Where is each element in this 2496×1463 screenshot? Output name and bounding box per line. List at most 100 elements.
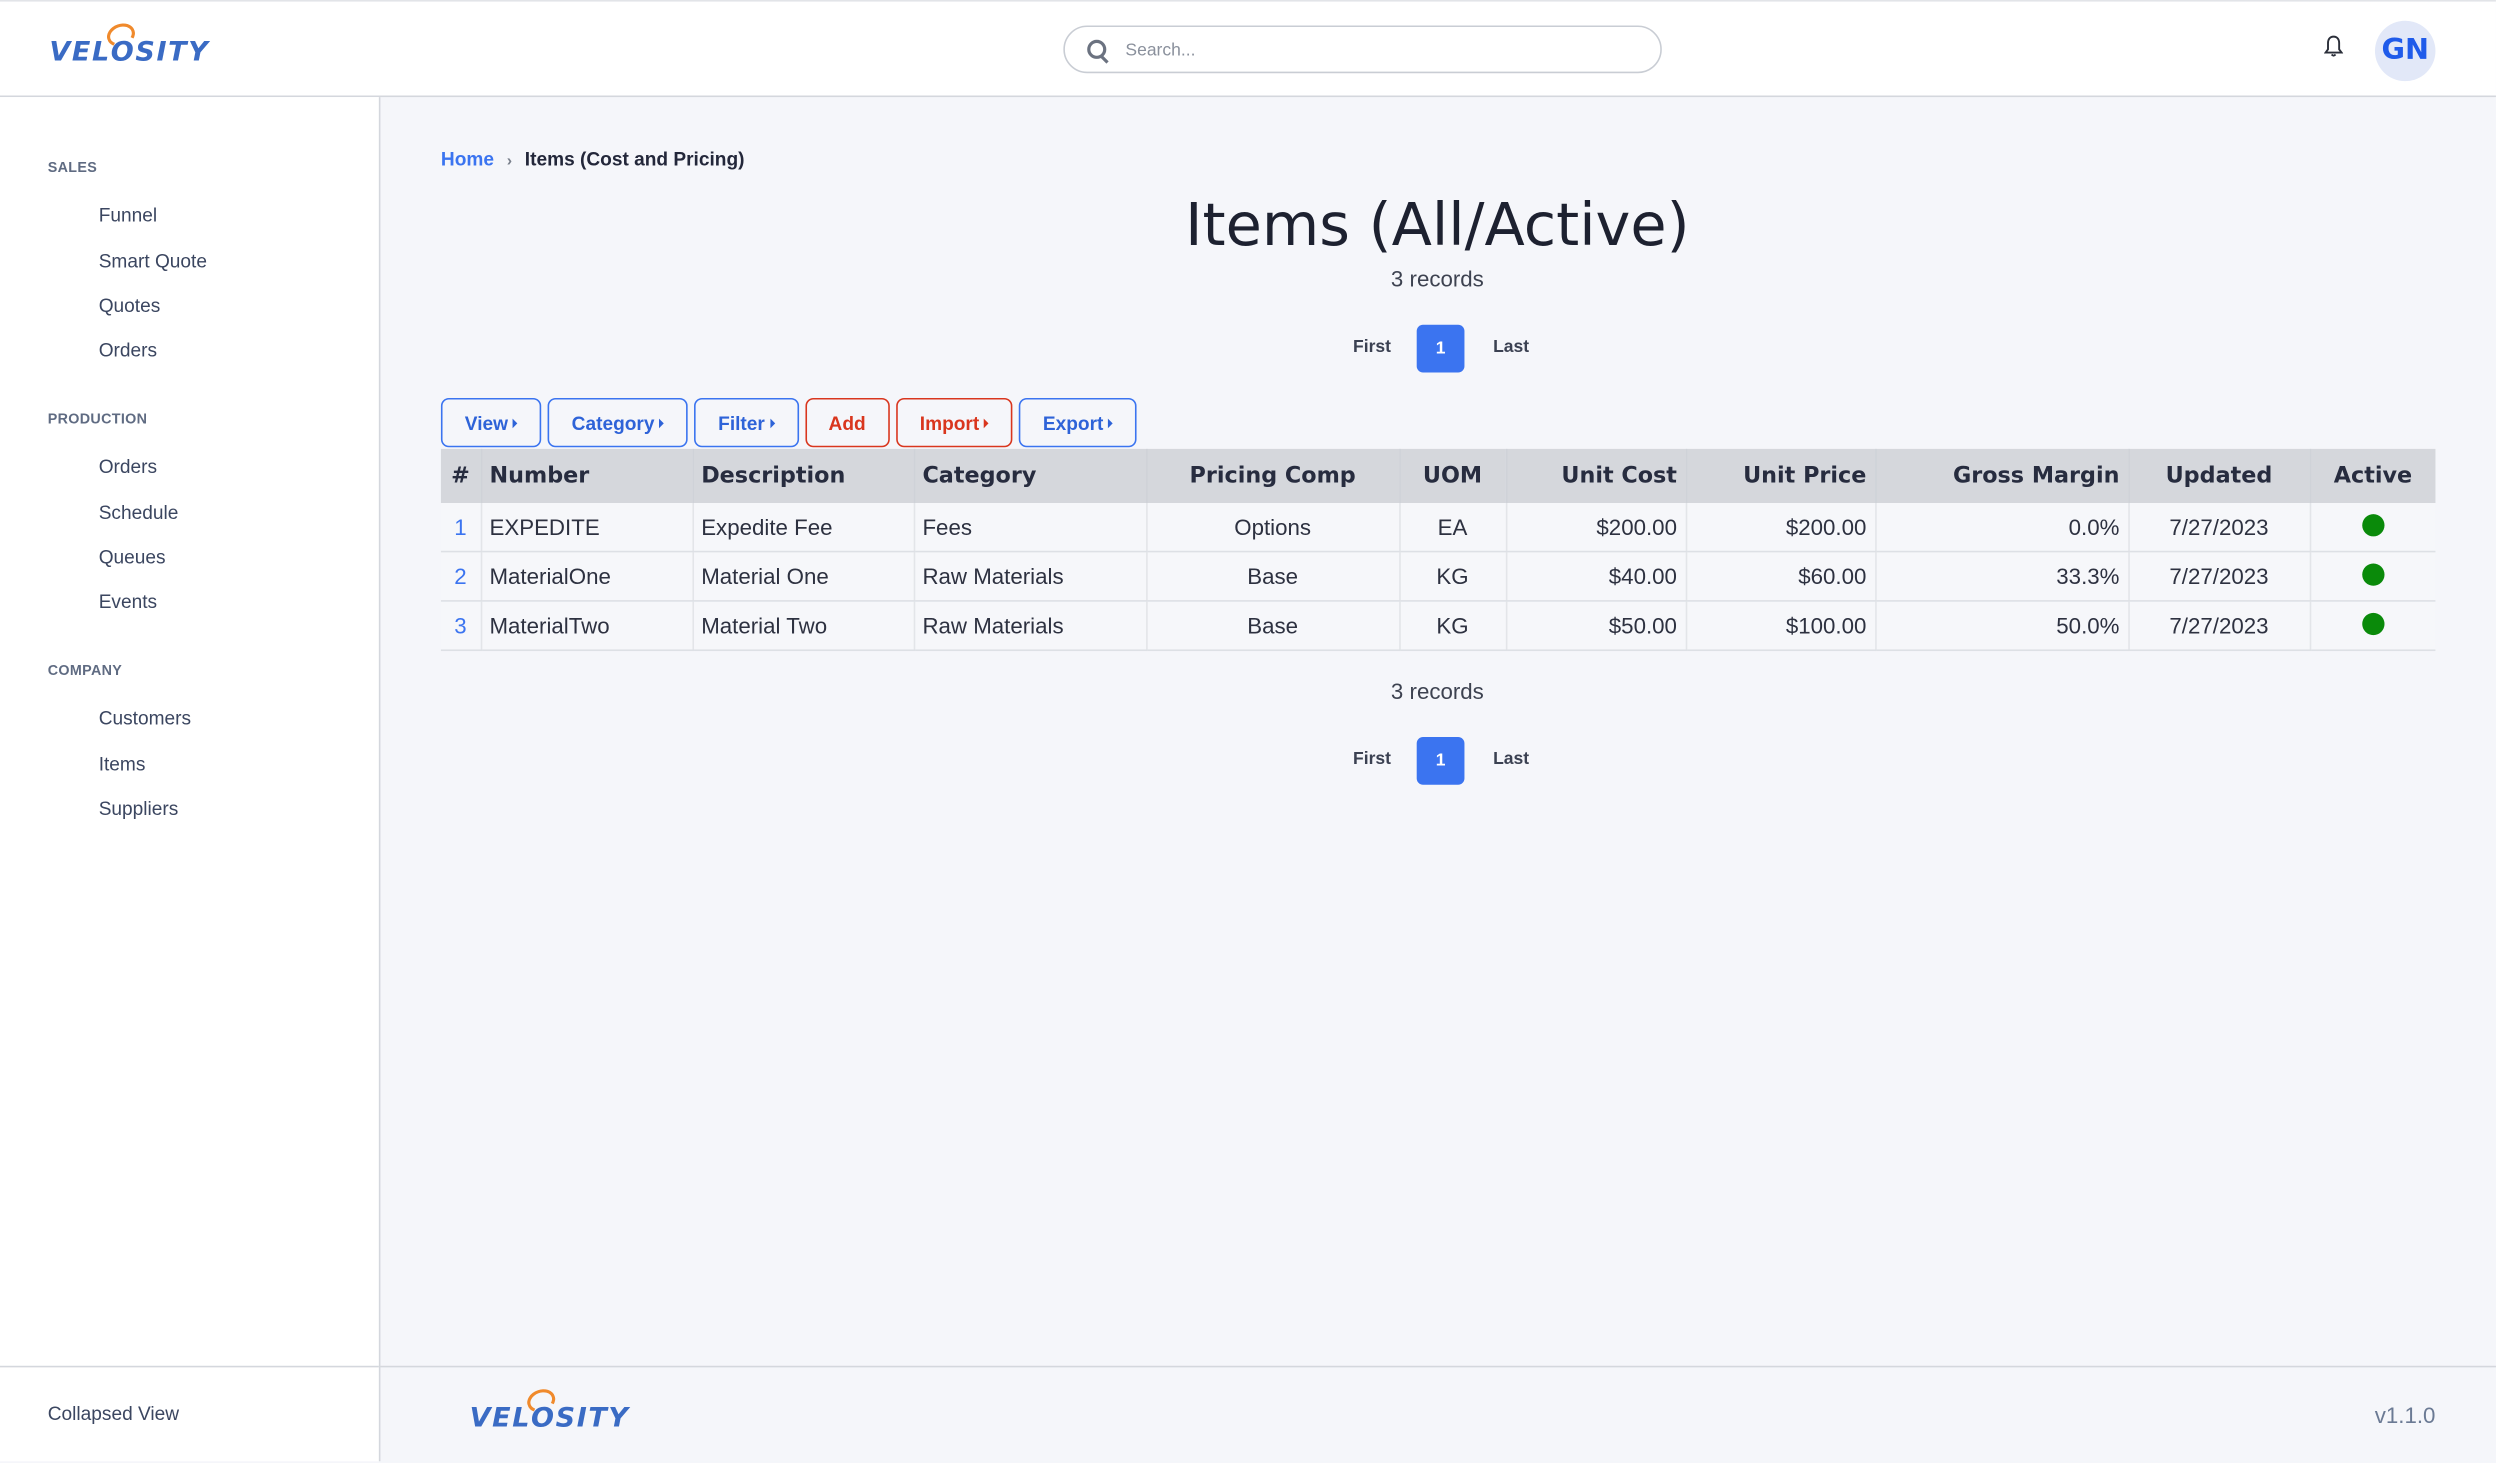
app-version: v1.1.0: [2374, 1402, 2436, 1428]
record-count-bottom: 3 records: [1390, 678, 1484, 704]
active-status-dot-icon: [2361, 612, 2385, 635]
breadcrumb-current: Items (Cost and Pricing): [524, 148, 745, 171]
cell-number: MaterialTwo: [480, 600, 694, 652]
logo-part: VEL: [469, 1402, 532, 1435]
table-row[interactable]: 2 MaterialOne Material One Raw Materials…: [440, 551, 2436, 602]
caret-right-icon: [769, 417, 775, 428]
cell-updated: 7/27/2023: [2128, 551, 2311, 602]
items-table: # Number Description Category Pricing Co…: [440, 448, 2436, 652]
cell-description: Material One: [692, 551, 915, 602]
category-button[interactable]: Category: [547, 397, 688, 448]
column-header-active[interactable]: Active: [2309, 448, 2436, 504]
page-footer: VEL OSITY v1.1.0: [380, 1365, 2496, 1463]
cell-unit-price: $100.00: [1685, 600, 1876, 652]
top-bar: VELOSITY GN: [0, 0, 2496, 98]
cell-category: Raw Materials: [913, 551, 1147, 602]
button-label: Category: [571, 411, 655, 434]
sidebar-item-queues[interactable]: Queues: [99, 546, 166, 568]
column-header-index[interactable]: #: [440, 448, 482, 504]
velosity-logo[interactable]: VEL OSITY: [49, 19, 210, 69]
row-index[interactable]: 1: [440, 503, 482, 553]
toolbar: View Category Filter Add Import Export: [440, 397, 1137, 448]
pagination-last[interactable]: Last: [1493, 750, 1529, 769]
user-avatar[interactable]: GN: [2374, 20, 2436, 82]
caret-right-icon: [1108, 417, 1113, 428]
import-button[interactable]: Import: [895, 397, 1013, 448]
page-title: Items (All/Active): [1185, 191, 1690, 260]
pagination-page-current[interactable]: 1: [1416, 737, 1465, 785]
column-header-uom[interactable]: UOM: [1399, 448, 1507, 504]
breadcrumb-home[interactable]: Home: [441, 148, 494, 170]
filter-button[interactable]: Filter: [694, 397, 799, 448]
table-header-row: # Number Description Category Pricing Co…: [440, 448, 2436, 504]
column-header-number[interactable]: Number: [480, 448, 694, 504]
logo-o: O: [103, 19, 138, 68]
cell-description: Expedite Fee: [692, 503, 915, 553]
sidebar-item-suppliers[interactable]: Suppliers: [99, 797, 179, 819]
sidebar-item-quotes[interactable]: Quotes: [99, 294, 161, 316]
cell-active: [2309, 600, 2436, 652]
column-header-unit-cost[interactable]: Unit Cost: [1505, 448, 1687, 504]
sidebar-item-customers[interactable]: Customers: [99, 707, 191, 729]
cell-pricing-comp: Base: [1146, 551, 1400, 602]
button-label: Import: [919, 411, 980, 434]
record-count-top: 3 records: [1390, 265, 1484, 292]
cell-description: Material Two: [692, 600, 915, 652]
pagination-first[interactable]: First: [1353, 750, 1391, 769]
button-label: Filter: [718, 411, 765, 434]
cell-uom: KG: [1399, 551, 1507, 602]
cell-number: MaterialOne: [480, 551, 694, 602]
row-index[interactable]: 2: [440, 551, 482, 602]
cell-unit-cost: $40.00: [1505, 551, 1687, 602]
sidebar-item-events[interactable]: Events: [99, 591, 157, 613]
sidebar-section-production: PRODUCTION: [47, 410, 148, 427]
sidebar-item-items[interactable]: Items: [99, 753, 146, 775]
logo-o: O: [523, 1385, 558, 1434]
sidebar-item-schedule[interactable]: Schedule: [99, 501, 179, 523]
pagination-bottom: First 1 Last: [1347, 737, 1538, 785]
table-row[interactable]: 1 EXPEDITE Expedite Fee Fees Options EA …: [440, 503, 2436, 553]
column-header-gross-margin[interactable]: Gross Margin: [1875, 448, 2130, 504]
column-header-description[interactable]: Description: [692, 448, 915, 504]
collapsed-view-toggle[interactable]: Collapsed View: [48, 1402, 179, 1424]
pagination-last[interactable]: Last: [1493, 337, 1529, 356]
view-button[interactable]: View: [440, 397, 542, 448]
logo-part: SITY: [555, 1402, 630, 1435]
cell-unit-price: $60.00: [1685, 551, 1876, 602]
column-header-updated[interactable]: Updated: [2128, 448, 2311, 504]
cell-active: [2309, 503, 2436, 553]
cell-gross-margin: 50.0%: [1875, 600, 2130, 652]
cell-updated: 7/27/2023: [2128, 503, 2311, 553]
cell-pricing-comp: Base: [1146, 600, 1400, 652]
pagination-page-current[interactable]: 1: [1416, 324, 1465, 373]
bell-icon[interactable]: [2324, 35, 2344, 57]
column-header-unit-price[interactable]: Unit Price: [1685, 448, 1876, 504]
add-button[interactable]: Add: [804, 397, 890, 448]
cell-updated: 7/27/2023: [2128, 600, 2311, 652]
cell-unit-price: $200.00: [1685, 503, 1876, 553]
logo-part: SITY: [135, 36, 210, 69]
cell-pricing-comp: Options: [1146, 503, 1400, 553]
search-input[interactable]: [1122, 35, 1638, 67]
row-index[interactable]: 3: [440, 600, 482, 652]
cell-uom: KG: [1399, 600, 1507, 652]
active-status-dot-icon: [2361, 562, 2385, 585]
export-button[interactable]: Export: [1019, 397, 1137, 448]
cell-category: Fees: [913, 503, 1147, 553]
table-row[interactable]: 3 MaterialTwo Material Two Raw Materials…: [440, 600, 2436, 652]
button-label: Add: [828, 411, 866, 434]
sidebar: SALES Funnel Smart Quote Quotes Orders P…: [0, 97, 381, 1463]
cell-uom: EA: [1399, 503, 1507, 553]
sidebar-item-sales-orders[interactable]: Orders: [99, 339, 157, 361]
cell-unit-cost: $200.00: [1505, 503, 1687, 553]
breadcrumb: Home › Items (Cost and Pricing): [441, 148, 745, 170]
sidebar-item-production-orders[interactable]: Orders: [99, 455, 157, 477]
column-header-category[interactable]: Category: [913, 448, 1147, 504]
column-header-pricing-comp[interactable]: Pricing Comp: [1146, 448, 1400, 504]
sidebar-footer: Collapsed View: [0, 1365, 379, 1463]
logo-part: VEL: [49, 36, 111, 69]
chevron-right-icon: ›: [506, 152, 513, 171]
pagination-first[interactable]: First: [1353, 337, 1391, 356]
cell-gross-margin: 33.3%: [1875, 551, 2130, 602]
search-box[interactable]: [1063, 25, 1662, 74]
